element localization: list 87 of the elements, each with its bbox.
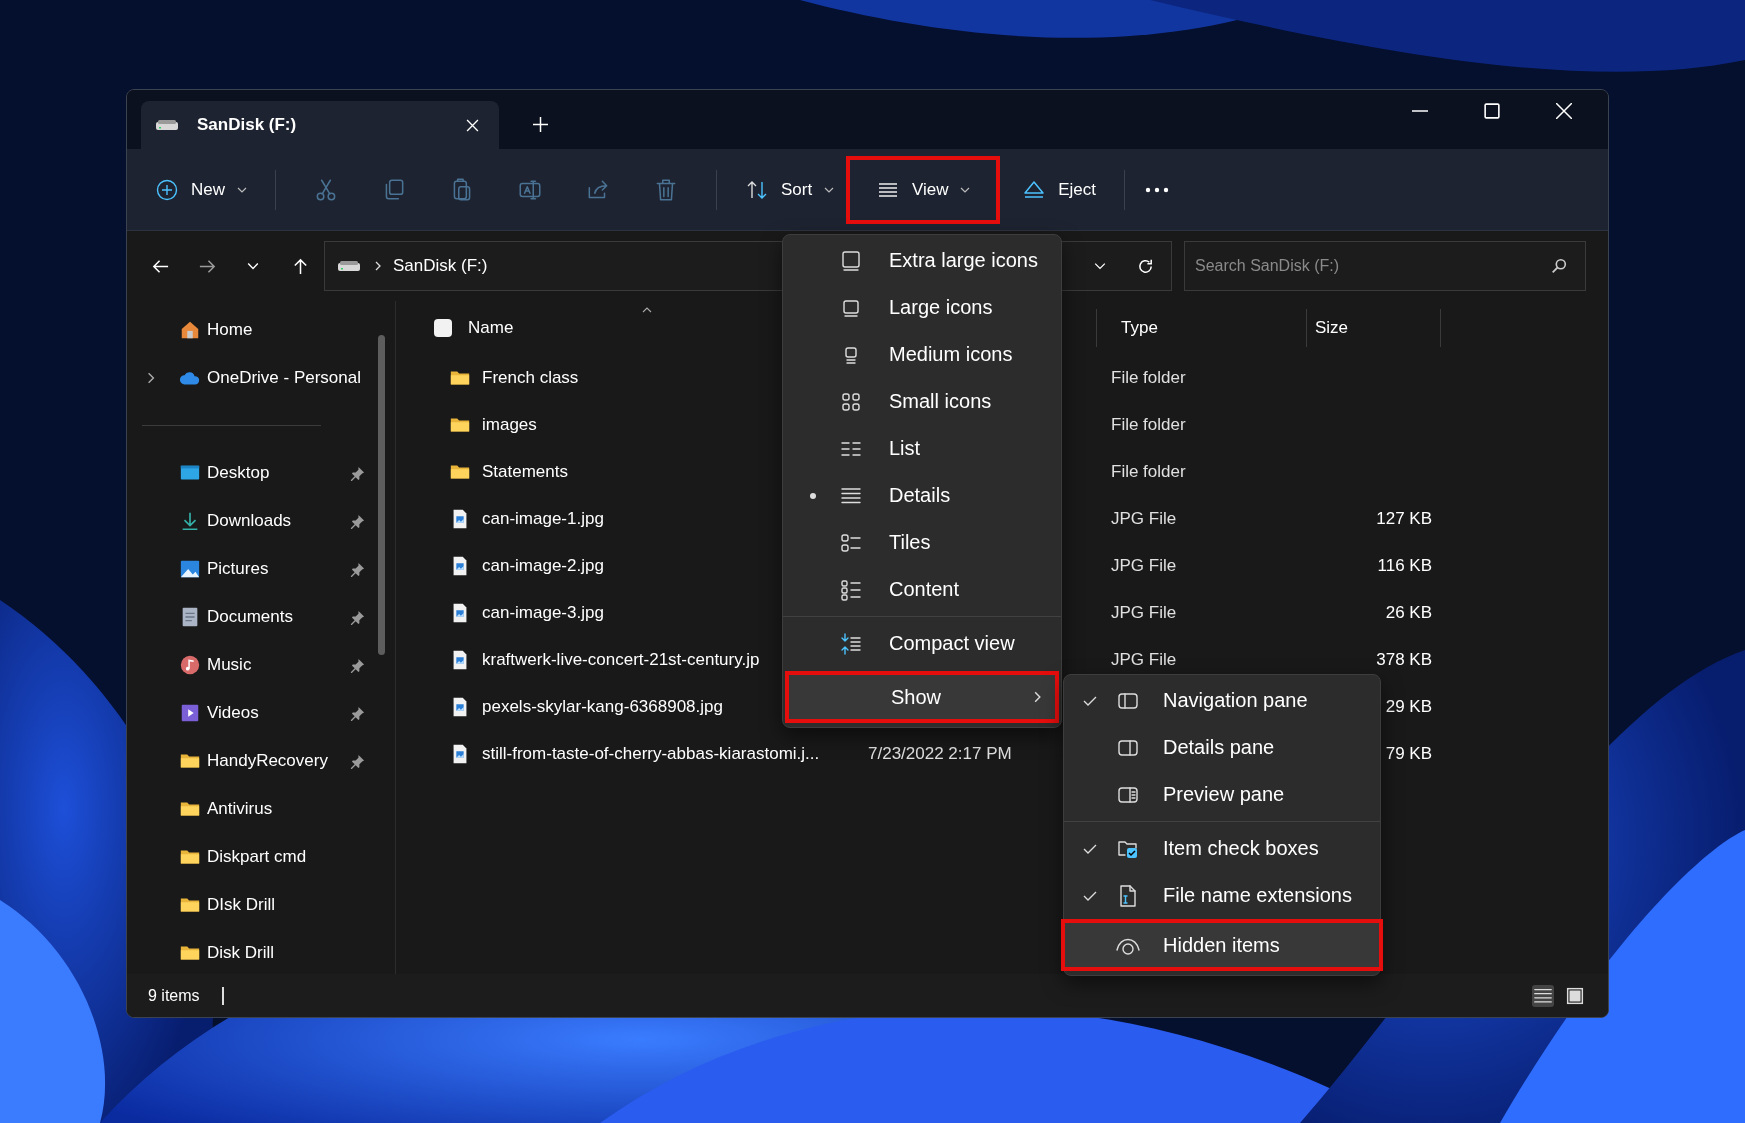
- column-header[interactable]: Name: [396, 308, 716, 347]
- more-options-icon[interactable]: [1145, 186, 1169, 193]
- sidebar-item[interactable]: Antivirus: [127, 785, 395, 833]
- pictures-icon: [179, 558, 201, 580]
- chevron-right-icon[interactable]: [147, 372, 155, 384]
- video-icon: [179, 702, 201, 724]
- size-cell: 29 KB: [1385, 696, 1432, 716]
- item-count: 9 items: [148, 986, 200, 1005]
- show-menu-item[interactable]: Show: [785, 671, 1059, 723]
- select-all-checkbox[interactable]: [434, 318, 452, 337]
- menu-item[interactable]: Compact view: [783, 620, 1061, 667]
- caret-icon: [824, 186, 835, 193]
- menu-item[interactable]: File name extensions: [1064, 872, 1380, 919]
- sidebar-item[interactable]: Music: [127, 641, 395, 689]
- home-icon: [179, 319, 201, 341]
- chevron-right-icon: [1034, 691, 1041, 703]
- file-name[interactable]: French class: [482, 367, 579, 388]
- sort-button[interactable]: Sort: [733, 159, 847, 220]
- menu-item[interactable]: Medium icons: [783, 331, 1061, 378]
- type-cell: File folder: [1111, 461, 1186, 481]
- menu-item[interactable]: Navigation pane: [1064, 677, 1380, 724]
- content-icon: [839, 577, 863, 602]
- size-cell: 26 KB: [1385, 602, 1432, 622]
- file-name[interactable]: kraftwerk-live-concert-21st-century.jp: [482, 649, 760, 670]
- sidebar-item[interactable]: Desktop: [127, 449, 395, 497]
- chevron-right-icon: [375, 261, 381, 271]
- file-name[interactable]: can-image-1.jpg: [482, 508, 604, 529]
- menu-item[interactable]: Details: [783, 472, 1061, 519]
- music-note-icon: [179, 654, 201, 676]
- type-cell: JPG File: [1111, 508, 1177, 528]
- sidebar-item[interactable]: Diskpart cmd: [127, 833, 395, 881]
- drive-icon: [155, 119, 179, 131]
- sidebar-item[interactable]: Home: [127, 306, 395, 354]
- file-name[interactable]: can-image-3.jpg: [482, 602, 604, 623]
- sidebar-item[interactable]: DIsk Drill: [127, 881, 395, 929]
- scrollbar[interactable]: [378, 335, 385, 655]
- file-name[interactable]: images: [482, 414, 537, 435]
- view-button[interactable]: View: [846, 155, 1001, 224]
- menu-item[interactable]: Tiles: [783, 519, 1061, 566]
- file-name[interactable]: pexels-skylar-kang-6368908.jpg: [482, 696, 723, 717]
- sidebar-item[interactable]: Documents: [127, 593, 395, 641]
- close-icon[interactable]: [466, 118, 479, 132]
- sidebar-item[interactable]: Videos: [127, 689, 395, 737]
- compact-icon: [839, 631, 863, 656]
- menu-item[interactable]: Content: [783, 566, 1061, 613]
- size-cell: 116 KB: [1377, 555, 1432, 575]
- caret-icon: [237, 186, 247, 193]
- search-field[interactable]: Search SanDisk (F:): [1184, 241, 1586, 291]
- sidebar-item[interactable]: Disk Drill: [127, 929, 395, 977]
- close-icon[interactable]: [1556, 103, 1572, 119]
- tab[interactable]: SanDisk (F:): [141, 101, 499, 149]
- sidebar-item[interactable]: Pictures: [127, 545, 395, 593]
- menu-item[interactable]: List: [783, 425, 1061, 472]
- type-cell: JPG File: [1111, 602, 1177, 622]
- path-segment[interactable]: SanDisk (F:): [393, 256, 488, 276]
- caret-icon: [960, 186, 971, 193]
- search-icon: [1550, 257, 1568, 275]
- type-cell: JPG File: [1111, 649, 1177, 669]
- sidebar-item[interactable]: OneDrive - Personal: [127, 354, 395, 402]
- drive-icon: [337, 260, 361, 272]
- new-tab-icon[interactable]: [533, 117, 548, 132]
- size-cell: 378 KB: [1376, 649, 1432, 669]
- maximize-icon[interactable]: [1484, 103, 1500, 119]
- date-cell: 7/23/2022 2:17 PM: [868, 743, 1012, 763]
- size-cell: 127 KB: [1376, 508, 1432, 528]
- sidebar-item[interactable]: Downloads: [127, 497, 395, 545]
- file-name[interactable]: can-image-2.jpg: [482, 555, 604, 576]
- monitor-icon: [839, 248, 863, 273]
- details-list-icon[interactable]: [1532, 984, 1554, 1007]
- type-cell: File folder: [1111, 367, 1186, 387]
- type-cell: JPG File: [1111, 555, 1177, 575]
- plus-circle-icon: [155, 177, 179, 202]
- menu-item[interactable]: Small icons: [783, 378, 1061, 425]
- file-name[interactable]: Statements: [482, 461, 568, 482]
- menu-item[interactable]: Preview pane: [1064, 771, 1380, 818]
- menu-item[interactable]: Details pane: [1064, 724, 1380, 771]
- file-name[interactable]: still-from-taste-of-cherry-abbas-kiarastomi.j...: [482, 743, 820, 764]
- column-header[interactable]: Type: [1096, 308, 1306, 347]
- column-header[interactable]: Size: [1306, 308, 1441, 347]
- tab-title: SanDisk (F:): [197, 115, 298, 135]
- sidebar-item[interactable]: HandyRecovery: [127, 737, 395, 785]
- new-button[interactable]: New: [143, 159, 259, 220]
- eject-button[interactable]: Eject: [1010, 159, 1108, 220]
- type-cell: File folder: [1111, 414, 1186, 434]
- size-cell: 79 KB: [1385, 743, 1432, 763]
- menu-item[interactable]: Item check boxes: [1064, 825, 1380, 872]
- menu-item[interactable]: Hidden items: [1061, 919, 1383, 971]
